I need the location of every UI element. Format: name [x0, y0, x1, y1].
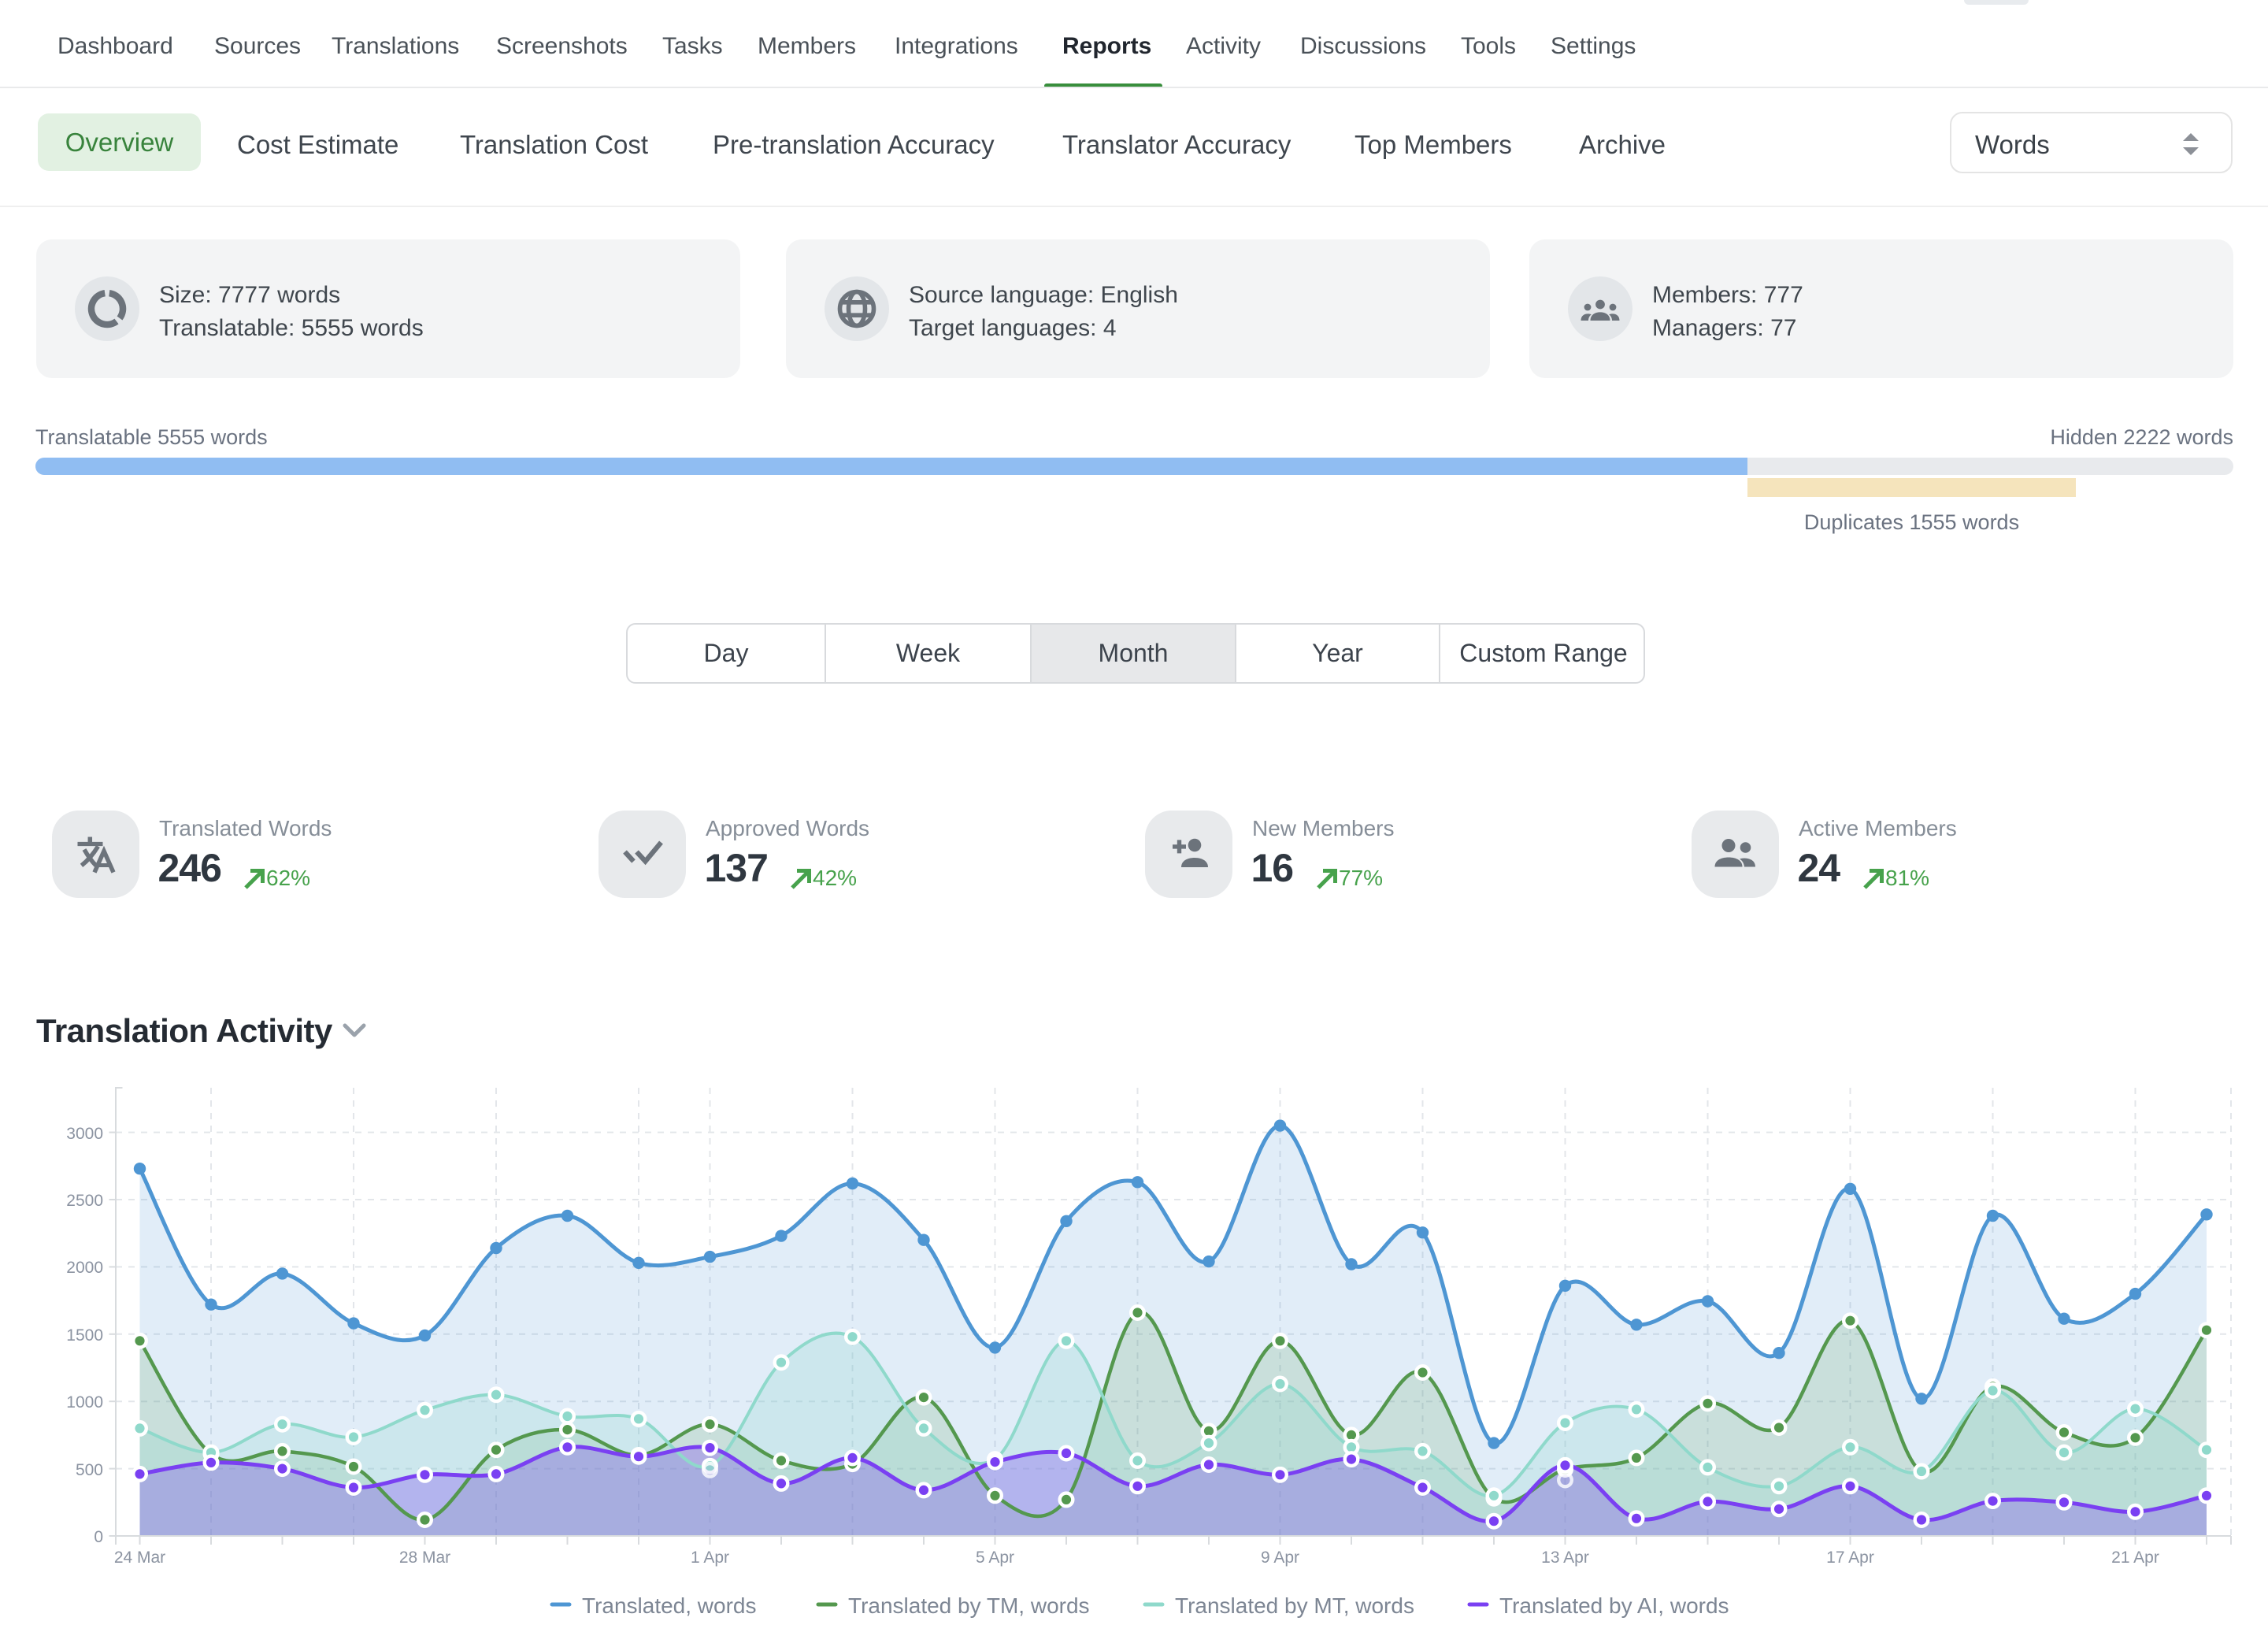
svg-text:500: 500 — [76, 1461, 103, 1479]
svg-text:2500: 2500 — [66, 1192, 103, 1210]
svg-text:13 Apr: 13 Apr — [1541, 1549, 1589, 1567]
svg-text:9 Apr: 9 Apr — [1261, 1549, 1299, 1567]
svg-text:1 Apr: 1 Apr — [691, 1549, 729, 1567]
svg-text:5 Apr: 5 Apr — [976, 1549, 1014, 1567]
svg-text:3000: 3000 — [66, 1125, 103, 1143]
svg-text:Translated by AI, words: Translated by AI, words — [1499, 1593, 1729, 1618]
svg-text:1500: 1500 — [66, 1326, 103, 1345]
svg-text:Translated by TM, words: Translated by TM, words — [848, 1593, 1090, 1618]
svg-text:24 Mar: 24 Mar — [114, 1549, 165, 1567]
svg-text:1000: 1000 — [66, 1393, 103, 1411]
svg-text:2000: 2000 — [66, 1259, 103, 1277]
svg-text:Translated by MT, words: Translated by MT, words — [1175, 1593, 1414, 1618]
svg-text:17 Apr: 17 Apr — [1826, 1549, 1874, 1567]
svg-text:0: 0 — [94, 1528, 103, 1546]
svg-text:21 Apr: 21 Apr — [2111, 1549, 2159, 1567]
svg-text:Translated, words: Translated, words — [582, 1593, 757, 1618]
svg-text:28 Mar: 28 Mar — [399, 1549, 450, 1567]
